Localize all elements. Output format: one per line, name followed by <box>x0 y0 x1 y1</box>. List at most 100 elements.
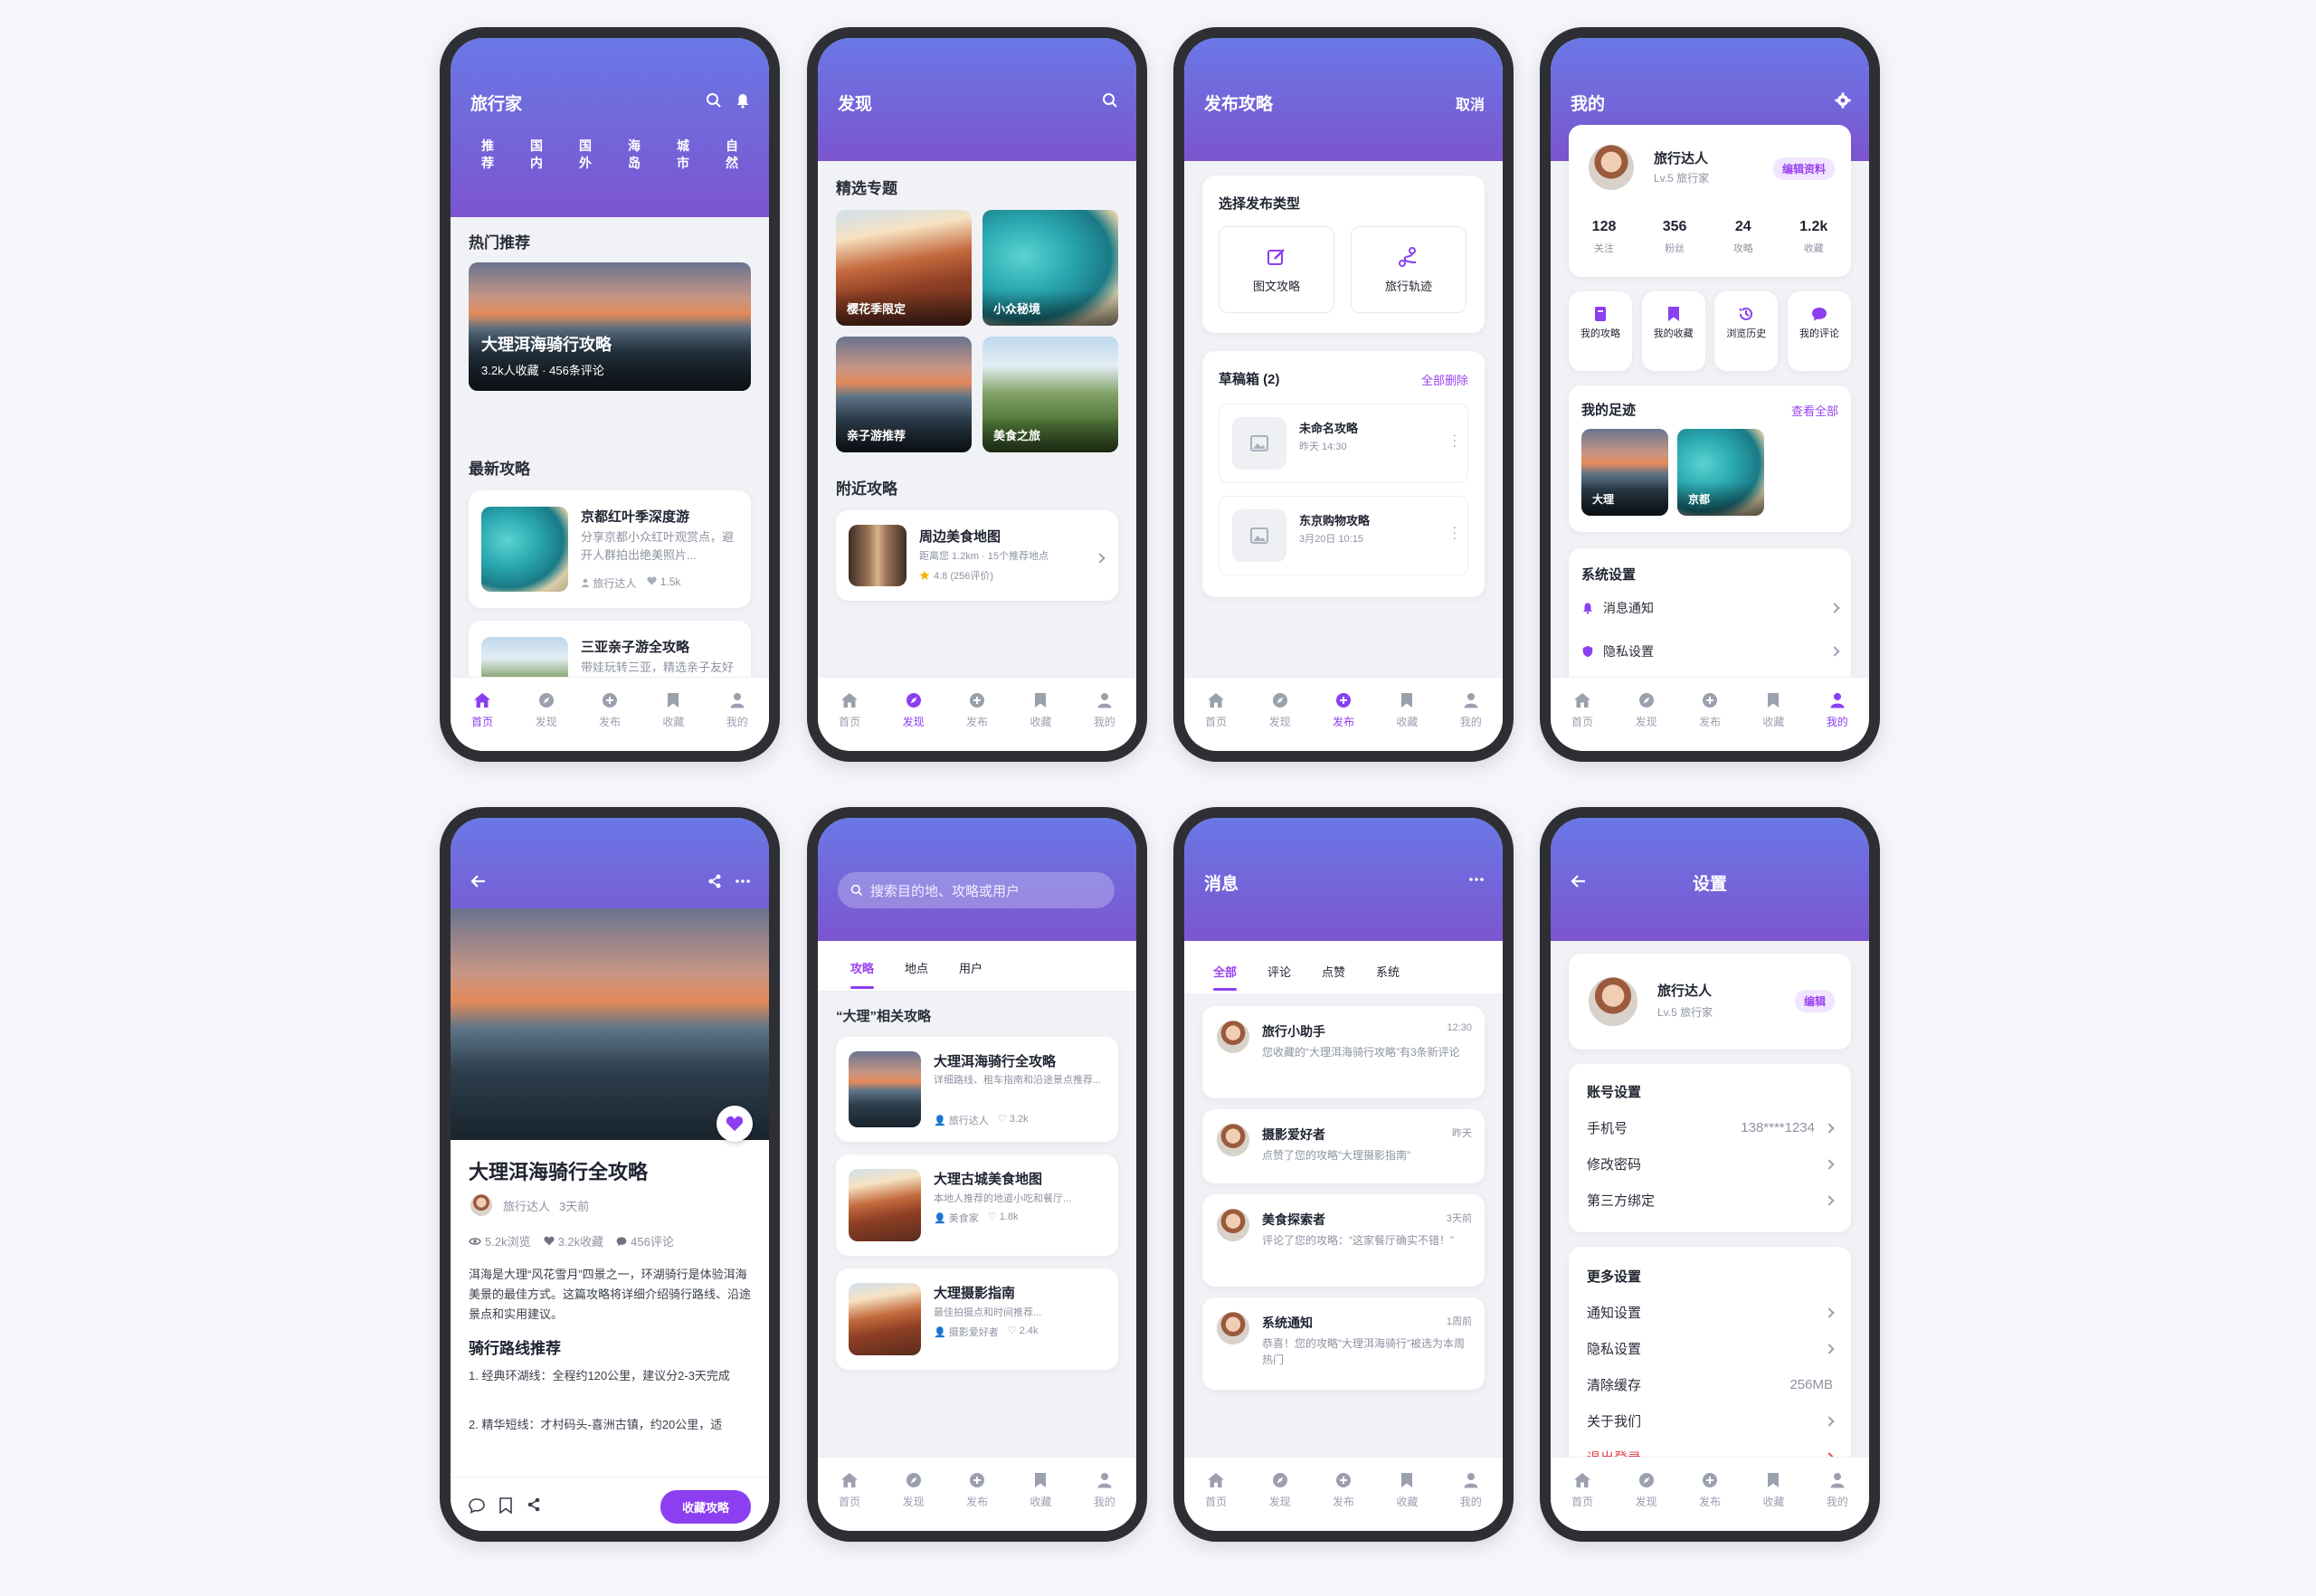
tab-publish[interactable]: 发布 <box>956 692 998 751</box>
tab-comments[interactable]: 评论 <box>1267 963 1291 980</box>
tab-profile[interactable]: 我的 <box>717 692 758 751</box>
message-item[interactable]: 美食探索者 3天前 评论了您的攻略：“这家餐厅确实不错！” <box>1202 1194 1485 1287</box>
shortcut-my-favorites[interactable]: 我的收藏 <box>1641 291 1705 371</box>
delete-all-button[interactable]: 全部删除 <box>1421 371 1468 388</box>
tab-home[interactable]: 首页 <box>829 1472 870 1531</box>
tab-discover[interactable]: 发现 <box>1626 1472 1667 1531</box>
message-item[interactable]: 系统通知 1周前 恭喜！您的攻略“大理洱海骑行”被选为本周热门 <box>1202 1297 1485 1390</box>
topic-card[interactable]: 樱花季限定 <box>836 210 972 326</box>
category-tab[interactable]: 推荐 <box>479 138 496 172</box>
tab-profile[interactable]: 我的 <box>1450 692 1492 751</box>
footprint-item[interactable]: 京都 <box>1677 429 1764 516</box>
tab-publish[interactable]: 发布 <box>1323 1472 1364 1531</box>
tab-users[interactable]: 用户 <box>959 959 982 976</box>
tab-profile[interactable]: 我的 <box>1084 692 1125 751</box>
more-vertical-icon[interactable]: · · · <box>1452 428 1457 451</box>
settings-profile-card[interactable]: 旅行达人 Lv.5 旅行家 编辑 <box>1569 954 1851 1050</box>
stat-following[interactable]: 128 关注 <box>1592 219 1617 255</box>
tab-discover[interactable]: 发现 <box>893 1472 935 1531</box>
tab-publish[interactable]: 发布 <box>589 692 631 751</box>
topic-card[interactable]: 美食之旅 <box>982 337 1118 452</box>
category-tab[interactable]: 城市 <box>675 138 691 172</box>
settings-row-cache[interactable]: 清除缓存 256MB <box>1587 1375 1833 1394</box>
settings-row-privacy[interactable]: 隐私设置 <box>1587 1339 1835 1358</box>
stat-favorites[interactable]: 1.2k 收藏 <box>1799 219 1827 255</box>
tab-home[interactable]: 首页 <box>461 692 503 751</box>
tab-publish[interactable]: 发布 <box>1689 692 1731 751</box>
shortcut-history[interactable]: 浏览历史 <box>1714 291 1779 371</box>
result-card[interactable]: 大理摄影指南 最佳拍摄点和时间推荐... 👤 摄影爱好者 ♡ 2.4k <box>836 1268 1118 1370</box>
more-horizontal-icon[interactable] <box>735 874 751 888</box>
tab-discover[interactable]: 发现 <box>1259 692 1301 751</box>
tab-publish[interactable]: 发布 <box>1689 1472 1731 1531</box>
tab-favorites[interactable]: 收藏 <box>1752 1472 1794 1531</box>
tab-favorites[interactable]: 收藏 <box>1386 1472 1428 1531</box>
tab-places[interactable]: 地点 <box>905 959 928 976</box>
tab-favorites[interactable]: 收藏 <box>1752 692 1794 751</box>
edit-profile-button[interactable]: 编辑资料 <box>1772 157 1835 180</box>
settings-row-privacy[interactable]: 隐私设置 <box>1581 642 1840 660</box>
cancel-button[interactable]: 取消 <box>1456 92 1485 114</box>
tab-discover[interactable]: 发现 <box>526 692 567 751</box>
more-vertical-icon[interactable]: · · · <box>1452 520 1457 544</box>
favorite-button[interactable] <box>717 1106 753 1142</box>
category-tab[interactable]: 自然 <box>724 138 740 172</box>
category-tab[interactable]: 国外 <box>577 138 593 172</box>
share-icon[interactable] <box>527 1497 541 1512</box>
tab-home[interactable]: 首页 <box>829 692 870 751</box>
topic-card[interactable]: 小众秘境 <box>982 210 1118 326</box>
settings-row-about[interactable]: 关于我们 <box>1587 1411 1835 1430</box>
topic-card[interactable]: 亲子游推荐 <box>836 337 972 452</box>
gear-icon[interactable] <box>1835 92 1851 109</box>
footprint-item[interactable]: 大理 <box>1581 429 1668 516</box>
result-card[interactable]: 大理古城美食地图 本地人推荐的地道小吃和餐厅... 👤 美食家 ♡ 1.8k <box>836 1154 1118 1256</box>
tab-likes[interactable]: 点赞 <box>1322 963 1345 980</box>
settings-row-phone[interactable]: 手机号 138****1234 <box>1587 1118 1835 1137</box>
share-icon[interactable] <box>707 874 722 888</box>
bell-icon[interactable] <box>735 92 751 109</box>
tab-home[interactable]: 首页 <box>1195 1472 1237 1531</box>
tab-profile[interactable]: 我的 <box>1817 1472 1858 1531</box>
tab-guides[interactable]: 攻略 <box>850 959 874 976</box>
result-card[interactable]: 大理洱海骑行全攻略 详细路线、租车指南和沿途景点推荐... 👤 旅行达人 ♡ 3.… <box>836 1037 1118 1142</box>
draft-item[interactable]: 未命名攻略 昨天 14:30 · · · <box>1219 404 1468 483</box>
author-name[interactable]: 旅行达人 <box>503 1197 550 1214</box>
tab-profile[interactable]: 我的 <box>1817 692 1858 751</box>
shortcut-my-guides[interactable]: 我的攻略 <box>1569 291 1632 371</box>
tab-favorites[interactable]: 收藏 <box>1020 692 1061 751</box>
settings-row-third-party[interactable]: 第三方绑定 <box>1587 1191 1835 1210</box>
search-icon[interactable] <box>706 92 722 109</box>
message-item[interactable]: 摄影爱好者 昨天 点赞了您的攻略“大理摄影指南” <box>1202 1109 1485 1183</box>
nearby-card[interactable]: 周边美食地图 距离您 1.2km · 15个推荐地点 4.8 (256评价) <box>836 510 1118 601</box>
collect-guide-button[interactable]: 收藏攻略 <box>660 1490 751 1524</box>
tab-favorites[interactable]: 收藏 <box>1020 1472 1061 1531</box>
tab-discover[interactable]: 发现 <box>1626 692 1667 751</box>
edit-button[interactable]: 编辑 <box>1794 990 1835 1012</box>
travel-track-option[interactable]: 旅行轨迹 <box>1351 226 1466 313</box>
tab-profile[interactable]: 我的 <box>1084 1472 1125 1531</box>
tab-discover[interactable]: 发现 <box>893 692 935 751</box>
message-item[interactable]: 旅行小助手 12:30 您收藏的“大理洱海骑行攻略”有3条新评论 <box>1202 1006 1485 1098</box>
category-tab[interactable]: 国内 <box>528 138 545 172</box>
view-all-link[interactable]: 查看全部 <box>1791 402 1838 419</box>
settings-row-password[interactable]: 修改密码 <box>1587 1154 1835 1173</box>
stat-followers[interactable]: 356 粉丝 <box>1663 219 1687 255</box>
shortcut-my-comments[interactable]: 我的评论 <box>1787 291 1851 371</box>
category-tab[interactable]: 海岛 <box>626 138 642 172</box>
tab-all[interactable]: 全部 <box>1213 963 1237 980</box>
comment-icon[interactable] <box>469 1497 485 1514</box>
tab-home[interactable]: 首页 <box>1561 1472 1603 1531</box>
search-bar[interactable]: 搜索目的地、攻略或用户 <box>838 872 1115 908</box>
more-horizontal-icon[interactable] <box>1468 872 1485 887</box>
tab-system[interactable]: 系统 <box>1376 963 1400 980</box>
arrow-left-icon[interactable] <box>470 874 487 888</box>
draft-item[interactable]: 东京购物攻略 3月20日 10:15 · · · <box>1219 496 1468 575</box>
hot-card[interactable]: 大理洱海骑行攻略 3.2k人收藏 · 456条评论 <box>469 262 751 391</box>
tab-publish[interactable]: 发布 <box>1323 692 1364 751</box>
tab-favorites[interactable]: 收藏 <box>1386 692 1428 751</box>
article-card[interactable]: 京都红叶季深度游 分享京都小众红叶观赏点，避开人群拍出绝美照片... 旅行达人 … <box>469 490 751 608</box>
image-article-option[interactable]: 图文攻略 <box>1219 226 1334 313</box>
search-input[interactable]: 搜索目的地、攻略或用户 <box>870 881 1020 900</box>
tab-favorites[interactable]: 收藏 <box>652 692 694 751</box>
tab-profile[interactable]: 我的 <box>1450 1472 1492 1531</box>
